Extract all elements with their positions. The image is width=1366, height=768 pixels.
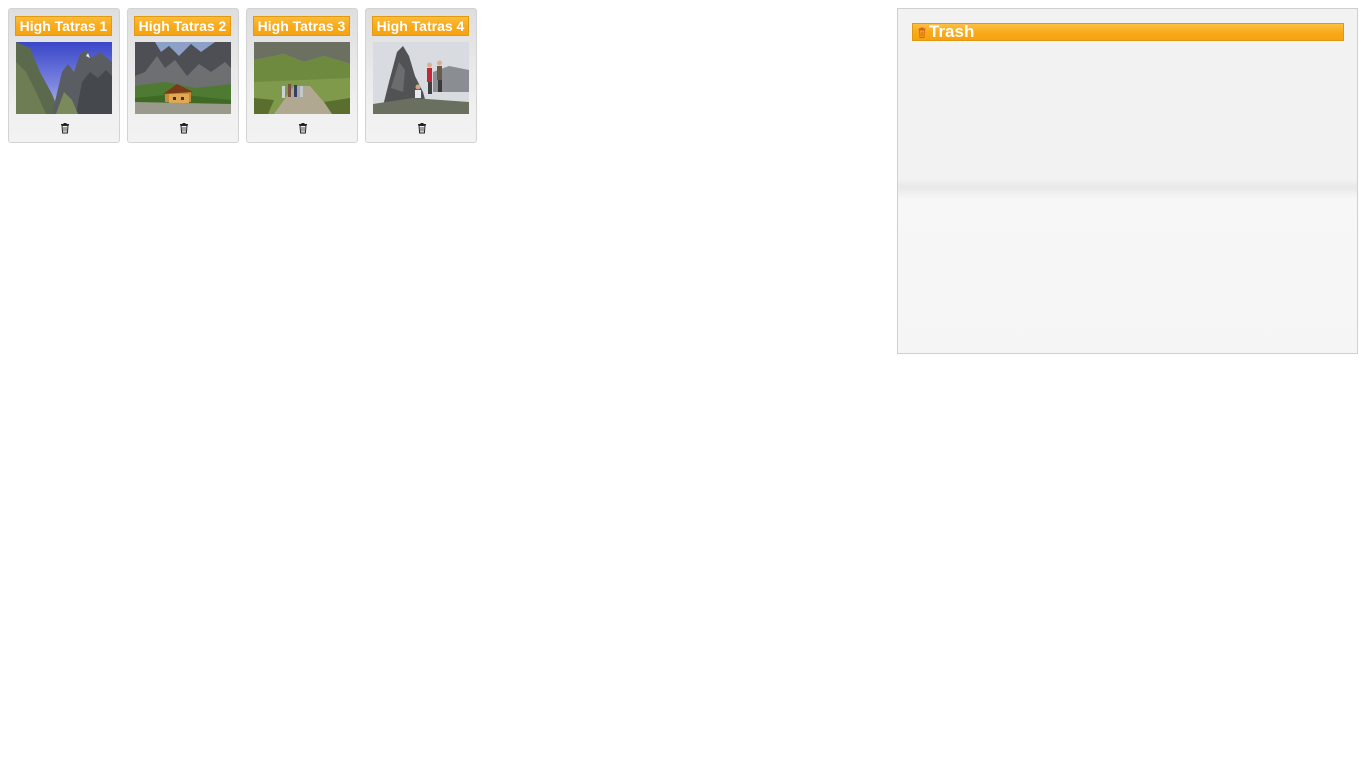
delete-item-button[interactable] [59,122,71,134]
trash-icon [180,123,188,134]
gallery-item-title: High Tatras 2 [134,16,231,36]
mountain-chalet-photo[interactable] [135,42,231,114]
gallery-item[interactable]: High Tatras 4 [365,8,477,143]
gallery-item-title: High Tatras 4 [372,16,469,36]
delete-item-button[interactable] [178,122,190,134]
gallery-item[interactable]: High Tatras 1 [8,8,120,143]
trash-title: Trash [929,22,975,41]
delete-item-button[interactable] [416,122,428,134]
climbers-on-peak-photo[interactable] [373,42,469,114]
trash-icon [61,123,69,134]
trash-header: Trash [912,23,1344,41]
hikers-on-trail-photo[interactable] [254,42,350,114]
gallery-item-title: High Tatras 1 [15,16,112,36]
delete-item-button[interactable] [297,122,309,134]
gallery-item[interactable]: High Tatras 2 [127,8,239,143]
trash-icon [917,27,927,38]
gallery: High Tatras 1 High Tatras 2 High Tatras … [8,8,488,144]
gallery-item-title: High Tatras 3 [253,16,350,36]
trash-drop-zone[interactable]: Trash [897,8,1358,354]
mountain-valley-photo[interactable] [16,42,112,114]
gallery-item[interactable]: High Tatras 3 [246,8,358,143]
trash-icon [418,123,426,134]
trash-icon [299,123,307,134]
